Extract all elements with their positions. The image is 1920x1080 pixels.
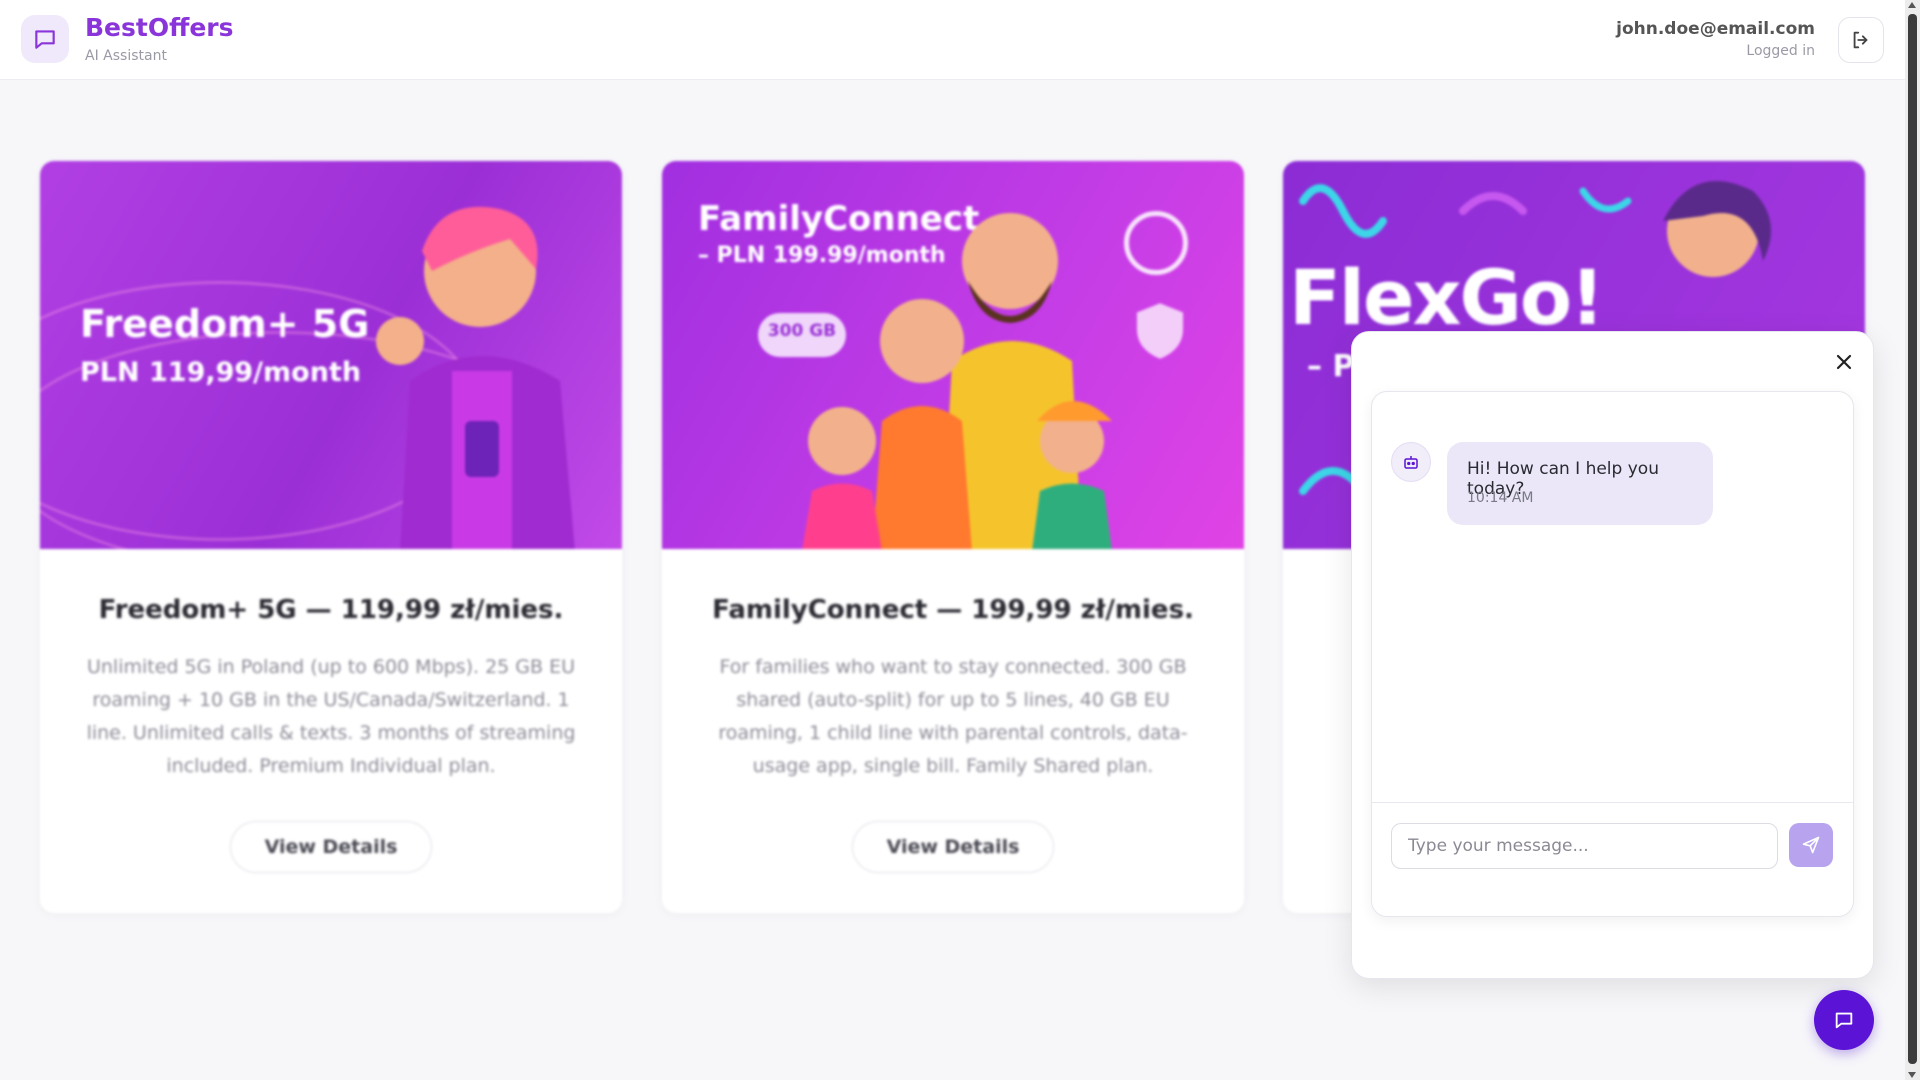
close-icon: [1836, 354, 1852, 370]
page-scrollbar[interactable]: [1905, 0, 1920, 1080]
send-icon: [1802, 836, 1820, 854]
chat-message-input[interactable]: [1391, 823, 1778, 869]
offer-description: For families who want to stay connected.…: [718, 656, 1188, 777]
scroll-up-arrow-icon[interactable]: [1908, 2, 1916, 8]
offer-title: Freedom+ 5G — 119,99 zł/mies.: [98, 595, 564, 625]
bot-avatar: [1391, 442, 1431, 482]
family-illustration: [802, 213, 1112, 549]
offer-image-title: Freedom+ 5G: [80, 302, 370, 346]
offer-description: Unlimited 5G in Poland (up to 600 Mbps).…: [86, 656, 576, 777]
chat-divider: [1371, 802, 1854, 803]
offer-image-subtitle: PLN 119,99/month: [80, 357, 362, 388]
offer-title: FamilyConnect — 199,99 zł/mies.: [712, 595, 1194, 625]
offer-image: Freedom+ 5G PLN 119,99/month: [40, 161, 622, 549]
scroll-down-arrow-icon[interactable]: [1908, 1072, 1916, 1078]
offer-image: FamilyConnect – PLN 199.99/month 300 GB: [662, 161, 1244, 549]
view-details-button[interactable]: View Details: [229, 821, 433, 873]
close-chat-button[interactable]: [1832, 350, 1856, 374]
offer-card: Freedom+ 5G PLN 119,99/month Freedom+ 5G…: [40, 161, 622, 913]
offer-card: FamilyConnect – PLN 199.99/month 300 GB …: [662, 161, 1244, 913]
person-illustration: [376, 206, 575, 549]
view-details-button[interactable]: View Details: [851, 821, 1055, 873]
send-button[interactable]: [1789, 823, 1833, 867]
chat-bubble-icon: [1835, 1012, 1853, 1029]
robot-icon: [1404, 456, 1418, 469]
scroll-thumb[interactable]: [1908, 14, 1917, 1064]
bot-message-bubble: Hi! How can I help you today? 10:14 AM: [1447, 442, 1713, 525]
bot-message-time: 10:14 AM: [1467, 490, 1534, 506]
chat-toggle-button[interactable]: [1814, 990, 1874, 1050]
